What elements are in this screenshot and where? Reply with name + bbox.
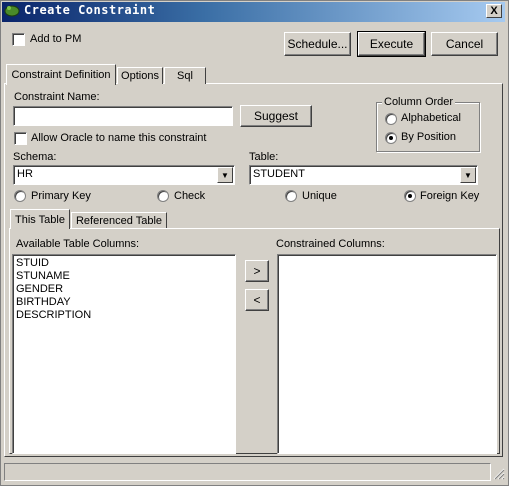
app-icon — [4, 3, 20, 17]
cancel-button[interactable]: Cancel — [431, 32, 498, 56]
resize-grip-icon[interactable] — [491, 466, 505, 480]
schema-value: HR — [17, 168, 33, 180]
by-position-radio[interactable] — [385, 132, 397, 144]
chevron-down-icon[interactable]: ▼ — [217, 167, 233, 183]
execute-button[interactable]: Execute — [357, 31, 426, 57]
check-label: Check — [174, 190, 206, 202]
check-radio[interactable] — [157, 190, 169, 202]
available-columns-list[interactable]: STUID STUNAME GENDER BIRTHDAY DESCRIPTIO… — [12, 254, 236, 454]
arrow-left-icon: < — [253, 293, 261, 307]
table-select[interactable]: STUDENT ▼ — [249, 165, 478, 185]
add-to-pm-label: Add to PM — [30, 33, 82, 45]
status-bar — [4, 463, 491, 481]
column-order-group — [376, 102, 480, 152]
close-icon: X — [490, 5, 498, 17]
unique-radio[interactable] — [285, 190, 297, 202]
schema-select[interactable]: HR ▼ — [13, 165, 235, 185]
by-position-label: By Position — [401, 131, 457, 143]
primary-key-label: Primary Key — [31, 190, 91, 202]
alphabetical-radio[interactable] — [385, 113, 397, 125]
alphabetical-label: Alphabetical — [401, 112, 461, 124]
constrained-columns-list[interactable] — [277, 254, 497, 454]
tab-options[interactable]: Options — [117, 67, 163, 84]
allow-oracle-name-checkbox[interactable] — [14, 132, 27, 145]
constraint-name-input[interactable] — [13, 106, 233, 126]
list-item[interactable]: STUNAME — [16, 270, 70, 283]
table-value: STUDENT — [253, 168, 305, 180]
tab-sql[interactable]: Sql — [164, 67, 206, 84]
list-item[interactable]: BIRTHDAY — [16, 296, 71, 309]
close-button[interactable]: X — [486, 4, 502, 18]
allow-oracle-name-label: Allow Oracle to name this constraint — [31, 132, 207, 144]
suggest-button[interactable]: Suggest — [240, 105, 312, 127]
foreign-key-radio[interactable] — [404, 190, 416, 202]
window-title: Create Constraint — [24, 3, 156, 17]
schedule-button[interactable]: Schedule... — [284, 32, 351, 56]
unique-label: Unique — [302, 190, 337, 202]
list-item[interactable]: DESCRIPTION — [16, 309, 91, 322]
tab-constraint-definition[interactable]: Constraint Definition — [6, 64, 116, 85]
remove-column-button[interactable]: < — [245, 289, 269, 311]
add-column-button[interactable]: > — [245, 260, 269, 282]
foreign-key-label: Foreign Key — [420, 190, 480, 202]
tab-referenced-table[interactable]: Referenced Table — [71, 212, 167, 228]
chevron-down-icon[interactable]: ▼ — [460, 167, 476, 183]
column-order-title: Column Order — [382, 96, 456, 108]
schema-label: Schema: — [13, 151, 57, 163]
list-item[interactable]: GENDER — [16, 283, 63, 296]
tab-this-table[interactable]: This Table — [10, 209, 70, 229]
arrow-right-icon: > — [253, 264, 261, 278]
list-item[interactable]: STUID — [16, 257, 49, 270]
primary-key-radio[interactable] — [14, 190, 26, 202]
constrained-columns-label: Constrained Columns: — [276, 238, 385, 250]
add-to-pm-checkbox[interactable] — [12, 33, 25, 46]
table-label: Table: — [249, 151, 279, 163]
constraint-name-label: Constraint Name: — [14, 91, 100, 103]
available-columns-label: Available Table Columns: — [16, 238, 140, 250]
